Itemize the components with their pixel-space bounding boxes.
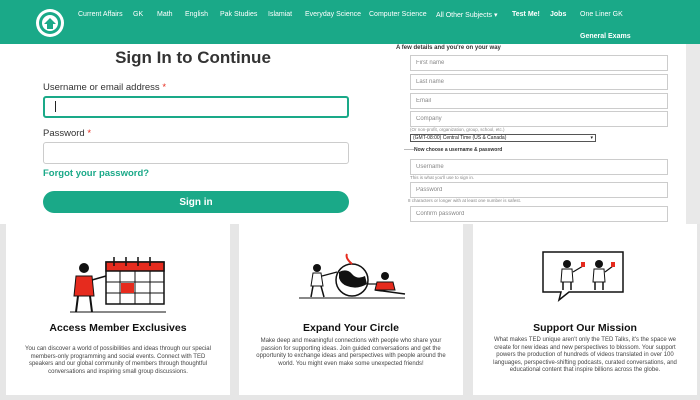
first-name-input[interactable] bbox=[410, 55, 668, 71]
calendar-illustration-icon bbox=[70, 257, 166, 313]
nav-item-islamiat[interactable]: Islamiat bbox=[268, 11, 292, 18]
text-caret bbox=[55, 101, 56, 112]
nav-item-pak-studies[interactable]: Pak Studies bbox=[220, 11, 257, 18]
card-title: Support Our Mission bbox=[533, 322, 637, 334]
nav-item-everyday-science[interactable]: Everyday Science bbox=[305, 11, 361, 18]
nav-item-computer-science[interactable]: Computer Science bbox=[369, 11, 427, 18]
signin-panel: Sign In to Continue Username or email ad… bbox=[0, 44, 386, 224]
section-divider bbox=[404, 149, 414, 150]
globe-people-illustration-icon bbox=[299, 253, 406, 299]
signin-button[interactable]: Sign in bbox=[43, 191, 349, 213]
nav-item-current-affairs[interactable]: Current Affairs bbox=[78, 11, 123, 18]
card-description: Make deep and meaningful connections wit… bbox=[256, 338, 446, 367]
card-member-exclusives: Access Member Exclusives You can discove… bbox=[6, 224, 230, 395]
company-hint: (Or non-profit, organization, group, sch… bbox=[410, 127, 505, 132]
timezone-value: (GMT-08:00) Central Time (US & Canada) bbox=[413, 135, 507, 141]
nav-item-jobs[interactable]: Jobs bbox=[550, 11, 566, 18]
nav-item-one-liner-gk[interactable]: One Liner GK bbox=[580, 11, 623, 18]
register-section-heading: Now choose a username & password bbox=[414, 147, 503, 153]
register-form: A few details and you're on your way (Or… bbox=[386, 44, 686, 224]
username-required-mark: * bbox=[162, 82, 167, 93]
password-input[interactable] bbox=[43, 142, 349, 164]
register-panel: A few details and you're on your way (Or… bbox=[386, 44, 700, 224]
password-label: Password * bbox=[43, 128, 91, 139]
company-input[interactable] bbox=[410, 111, 668, 127]
register-username-input[interactable] bbox=[410, 159, 668, 175]
register-password-input[interactable] bbox=[410, 182, 668, 198]
top-nav: Current Affairs GK Math English Pak Stud… bbox=[0, 0, 700, 44]
card-expand-circle: Expand Your Circle Make deep and meaning… bbox=[239, 224, 463, 395]
email-input[interactable] bbox=[410, 93, 668, 109]
signin-title: Sign In to Continue bbox=[115, 48, 271, 67]
card-title: Access Member Exclusives bbox=[49, 322, 187, 334]
password-label-text: Password bbox=[43, 128, 85, 139]
nav-item-gk[interactable]: GK bbox=[133, 11, 143, 18]
nav-item-test-me[interactable]: Test Me! bbox=[512, 11, 540, 18]
site-logo[interactable] bbox=[35, 8, 65, 38]
timezone-select[interactable]: (GMT-08:00) Central Time (US & Canada) ▾ bbox=[410, 134, 596, 142]
chevron-down-icon: ▾ bbox=[590, 135, 593, 141]
password-required-mark: * bbox=[87, 128, 92, 139]
nav-item-english[interactable]: English bbox=[185, 11, 208, 18]
username-label: Username or email address * bbox=[43, 82, 166, 93]
nav-item-other-subjects[interactable]: All Other Subjects ▾ bbox=[436, 11, 497, 19]
register-heading: A few details and you're on your way bbox=[396, 45, 501, 51]
confirm-password-input[interactable] bbox=[410, 206, 668, 222]
speech-bubble-illustration-icon bbox=[542, 251, 624, 302]
username-hint: This is what you'll use to sign in. bbox=[410, 175, 475, 180]
forgot-password-link[interactable]: Forgot your password? bbox=[43, 168, 149, 179]
username-label-text: Username or email address bbox=[43, 82, 160, 93]
card-description: You can discover a world of possibilitie… bbox=[25, 346, 211, 375]
card-support-mission: Support Our Mission What makes TED uniqu… bbox=[473, 224, 697, 395]
card-description: What makes TED unique aren't only the TE… bbox=[493, 337, 677, 374]
nav-item-general-exams[interactable]: General Exams bbox=[580, 33, 631, 40]
card-title: Expand Your Circle bbox=[303, 322, 399, 334]
password-hint: 8 characters or longer with at least one… bbox=[408, 198, 522, 203]
nav-item-math[interactable]: Math bbox=[157, 11, 173, 18]
username-input[interactable] bbox=[43, 96, 349, 118]
last-name-input[interactable] bbox=[410, 74, 668, 90]
